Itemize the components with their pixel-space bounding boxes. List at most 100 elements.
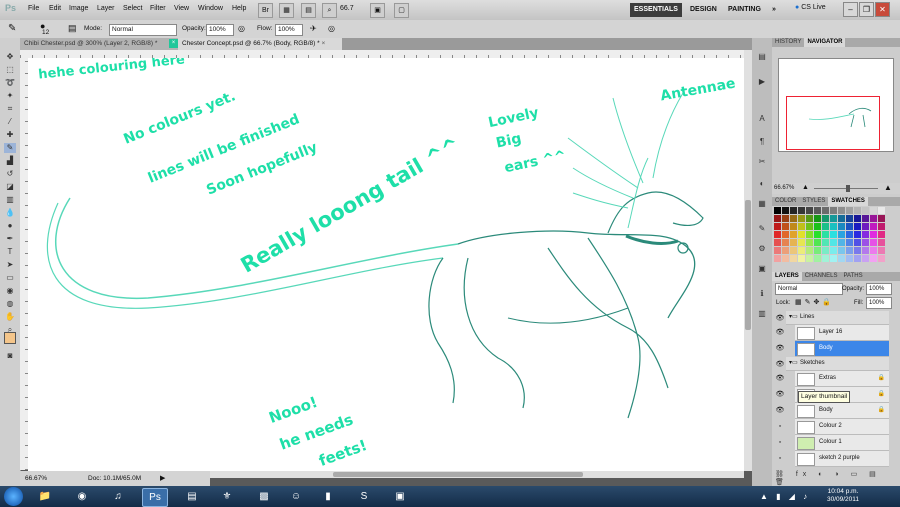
horizontal-scroll-thumb[interactable] — [333, 472, 583, 477]
color-swatch[interactable] — [790, 247, 797, 254]
visibility-eye-icon[interactable]: 👁 — [775, 311, 785, 326]
color-swatch[interactable] — [822, 247, 829, 254]
color-swatch[interactable] — [814, 247, 821, 254]
vertical-scrollbar[interactable] — [744, 50, 752, 471]
navigator-view-box[interactable] — [786, 96, 880, 150]
color-swatch[interactable] — [822, 231, 829, 238]
color-swatch[interactable] — [870, 247, 877, 254]
layer-group-lines[interactable]: Lines ▾▭ — [786, 311, 889, 325]
color-swatch[interactable] — [854, 223, 861, 230]
dodge-tool-icon[interactable]: ● — [4, 221, 16, 231]
crop-tool-icon[interactable]: ⌗ — [4, 104, 16, 114]
tab-history[interactable]: HISTORY — [772, 38, 804, 47]
color-swatch[interactable] — [822, 215, 829, 222]
tab-swatches[interactable]: SWATCHES — [828, 197, 868, 206]
tab-channels[interactable]: CHANNELS — [802, 272, 841, 281]
system-tray-icons[interactable]: ▲ ▮ ◢ ♪ — [760, 492, 810, 501]
character-panel-icon[interactable]: A — [755, 113, 769, 125]
color-swatch[interactable] — [790, 223, 797, 230]
color-swatch[interactable] — [878, 247, 885, 254]
color-swatch[interactable] — [806, 247, 813, 254]
zoom-out-icon[interactable]: ▲ — [802, 184, 809, 191]
game-icon[interactable]: ▤ — [180, 488, 204, 505]
color-swatch[interactable] — [830, 207, 837, 214]
layer-thumbnail[interactable] — [797, 437, 815, 450]
color-swatch[interactable] — [846, 223, 853, 230]
color-swatch[interactable] — [814, 207, 821, 214]
color-swatch[interactable] — [798, 207, 805, 214]
move-tool-icon[interactable]: ✥ — [4, 52, 16, 62]
screen-mode-icon[interactable]: ▢ — [394, 3, 409, 18]
visibility-eye-icon[interactable]: 👁 — [775, 387, 785, 402]
zoom-in-icon[interactable]: ▲ — [884, 183, 892, 192]
color-swatch[interactable] — [814, 215, 821, 222]
color-swatch[interactable] — [830, 255, 837, 262]
zoom-icon[interactable]: ⌕ — [322, 3, 337, 18]
color-swatch[interactable] — [782, 255, 789, 262]
3d-rotate-icon[interactable]: ◉ — [4, 286, 16, 296]
visibility-toggle-empty[interactable]: ▫ — [775, 419, 785, 434]
color-swatch[interactable] — [822, 223, 829, 230]
color-swatch[interactable] — [782, 239, 789, 246]
actions-panel-icon[interactable]: ▶ — [755, 76, 769, 88]
color-swatch[interactable] — [838, 239, 845, 246]
tab-chester-concept[interactable]: Chester Concept.psd @ 66.7% (Body, RGB/8… — [178, 38, 342, 50]
color-swatch[interactable] — [822, 255, 829, 262]
visibility-eye-icon[interactable]: 👁 — [775, 371, 785, 386]
layer-row-body[interactable]: Body 🔒 — [795, 403, 889, 419]
layers-footer-buttons[interactable]: ⛓ fx ◐ ◑ ▭ ▤ 🗑 — [775, 470, 895, 486]
color-swatch[interactable] — [806, 239, 813, 246]
color-swatch[interactable] — [830, 223, 837, 230]
color-swatch[interactable] — [806, 223, 813, 230]
tab-color[interactable]: COLOR — [772, 197, 799, 206]
path-select-icon[interactable]: ➤ — [4, 260, 16, 270]
app2-icon[interactable]: ▮ — [316, 488, 340, 505]
color-swatch[interactable] — [878, 207, 885, 214]
network-app-icon[interactable]: ▣ — [388, 488, 412, 505]
restore-icon[interactable]: ❐ — [859, 2, 874, 17]
tab-close-icon[interactable]: × — [321, 40, 325, 47]
bridge-icon[interactable]: Br — [258, 3, 273, 18]
type-tool-icon[interactable]: T — [4, 247, 16, 257]
color-swatch[interactable] — [878, 215, 885, 222]
masks-icon[interactable]: ▦ — [755, 198, 769, 210]
color-swatch[interactable] — [854, 247, 861, 254]
color-swatch[interactable] — [862, 247, 869, 254]
color-swatch[interactable] — [830, 215, 837, 222]
workspace-design[interactable]: DESIGN — [686, 3, 721, 17]
zoom-slider-thumb[interactable] — [846, 185, 850, 192]
document-canvas[interactable]: hehe colouring here No colours yet. line… — [28, 58, 744, 471]
color-swatch[interactable] — [774, 215, 781, 222]
color-swatch[interactable] — [846, 231, 853, 238]
menu-edit[interactable]: Edit — [49, 5, 61, 12]
color-swatch[interactable] — [846, 247, 853, 254]
color-swatch[interactable] — [862, 207, 869, 214]
tab-styles[interactable]: STYLES — [799, 197, 828, 206]
color-swatch[interactable] — [838, 247, 845, 254]
cs-live-button[interactable]: ● CS Live — [795, 4, 826, 11]
workspace-more[interactable]: » — [768, 3, 780, 17]
layer-row-extras[interactable]: Extras 🔒 — [795, 371, 889, 387]
menu-image[interactable]: Image — [69, 5, 88, 12]
color-swatch[interactable] — [790, 239, 797, 246]
tool-presets-icon[interactable]: ⚙ — [755, 243, 769, 255]
skype-icon[interactable]: S — [352, 488, 376, 505]
color-swatch[interactable] — [878, 231, 885, 238]
layer-row-layer-16[interactable]: Layer 16 — [795, 325, 889, 341]
color-swatch[interactable] — [854, 231, 861, 238]
color-swatch[interactable] — [790, 255, 797, 262]
brush-presets-icon[interactable]: ✎ — [755, 223, 769, 235]
color-swatch[interactable] — [814, 239, 821, 246]
close-icon[interactable]: ✕ — [875, 2, 890, 17]
color-swatch[interactable] — [782, 247, 789, 254]
app-icon[interactable]: ☺ — [284, 488, 308, 505]
layer-row-body-selected[interactable]: Body — [795, 341, 889, 357]
color-swatch[interactable] — [774, 231, 781, 238]
visibility-eye-icon[interactable]: 👁 — [775, 325, 785, 340]
menu-select[interactable]: Select — [123, 5, 142, 12]
visibility-eye-icon[interactable]: 👁 — [775, 403, 785, 418]
fill-input[interactable]: 100% — [866, 297, 892, 309]
color-swatch[interactable] — [814, 255, 821, 262]
color-swatch[interactable] — [774, 223, 781, 230]
color-swatch[interactable] — [814, 223, 821, 230]
